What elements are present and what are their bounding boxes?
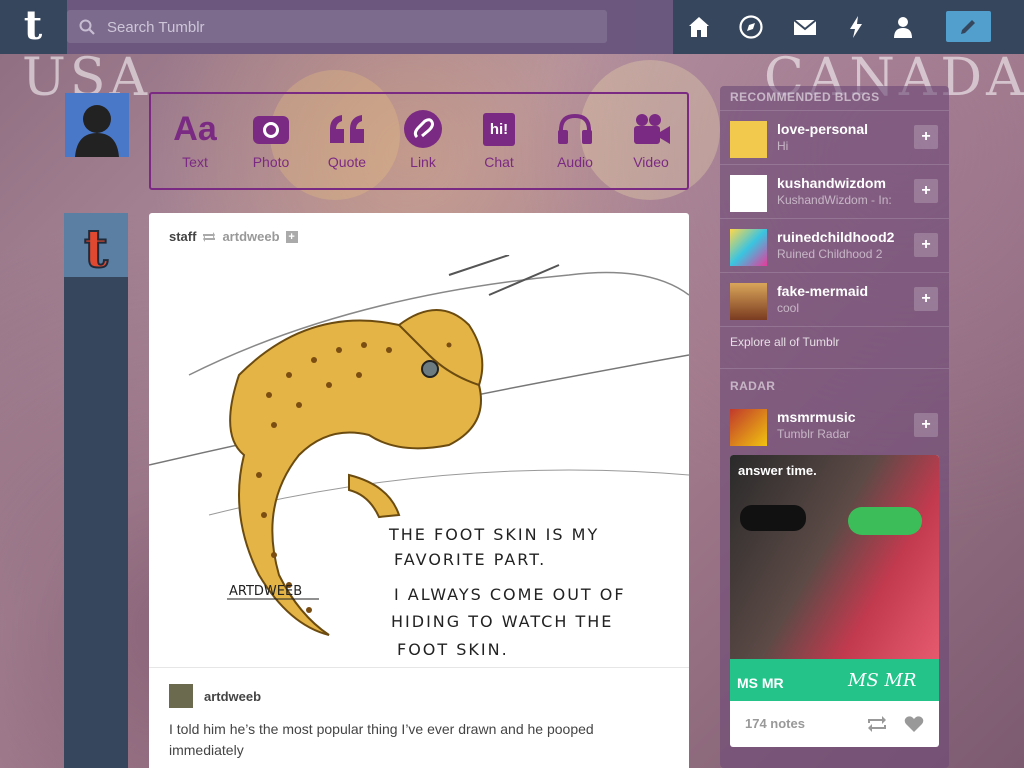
sidebar-divider: [720, 326, 949, 328]
radar-title: RADAR: [730, 379, 776, 393]
like-heart-icon[interactable]: [904, 715, 924, 733]
radar-post-card[interactable]: answer time. MS MR MS MR 174 notes: [730, 455, 939, 747]
reblog-author-avatar[interactable]: [169, 684, 193, 708]
radar-band-right: MS MR: [848, 670, 917, 691]
blog-name[interactable]: msmrmusic: [777, 409, 856, 425]
sunglasses-right: [848, 507, 922, 535]
art-caption-line: FAVORITE PART.: [394, 550, 546, 569]
text-icon: Aa: [173, 109, 217, 148]
sidebar-divider: [720, 368, 949, 370]
search-icon: [79, 19, 95, 35]
reblog-small-icon: [203, 231, 216, 242]
camera-icon: [239, 108, 303, 150]
reblog-author-name[interactable]: artdweeb: [204, 689, 261, 704]
explore-compass-icon[interactable]: [738, 14, 764, 40]
search-bar: [67, 0, 673, 54]
blog-subtitle: KushandWizdom - In:: [777, 193, 892, 207]
post-type-text[interactable]: Aa Text: [163, 108, 227, 171]
blog-avatar: [730, 283, 767, 320]
post-type-audio[interactable]: Audio: [543, 108, 607, 170]
blog-subtitle: cool: [777, 301, 800, 315]
blog-name[interactable]: ruinedchildhood2: [777, 229, 894, 245]
home-icon[interactable]: [686, 14, 712, 40]
post-type-video[interactable]: Video: [619, 108, 683, 170]
post-type-label: Chat: [484, 154, 514, 170]
post-type-label: Text: [182, 154, 208, 170]
quote-icon: [315, 108, 379, 150]
user-avatar[interactable]: [65, 93, 129, 157]
recommended-blog[interactable]: ruinedchildhood2 Ruined Childhood 2 +: [720, 218, 949, 273]
headphones-icon: [543, 108, 607, 150]
blog-avatar: [730, 121, 767, 158]
post-type-photo[interactable]: Photo: [239, 108, 303, 170]
post-type-label: Audio: [557, 154, 593, 170]
blog-avatar: [730, 175, 767, 212]
follow-button[interactable]: +: [914, 287, 938, 311]
radar-band: MS MR MS MR: [730, 659, 939, 701]
post-type-label: Link: [410, 154, 436, 170]
follow-plus-icon[interactable]: +: [285, 230, 298, 243]
blog-name[interactable]: love-personal: [777, 121, 868, 137]
post-author[interactable]: staff: [169, 229, 196, 244]
art-signature: ARTDWEEB: [229, 584, 302, 599]
recommended-blog[interactable]: love-personal Hi +: [720, 110, 949, 165]
post-avatar-column: t: [64, 213, 128, 768]
art-caption-line: FOOT SKIN.: [397, 640, 509, 659]
pencil-icon: [961, 20, 975, 34]
follow-button[interactable]: +: [914, 413, 938, 437]
radar-overlay-text: answer time.: [738, 463, 817, 478]
post-body-text: I told him he’s the most popular thing I…: [169, 721, 594, 758]
follow-button[interactable]: +: [914, 233, 938, 257]
blog-name[interactable]: kushandwizdom: [777, 175, 886, 191]
radar-band-left: MS MR: [737, 675, 784, 691]
recommended-blog[interactable]: fake-mermaid cool +: [720, 272, 949, 327]
right-sidebar: RECOMMENDED BLOGS love-personal Hi + kus…: [720, 86, 949, 768]
notes-count[interactable]: 174 notes: [745, 716, 805, 731]
post-type-label: Photo: [252, 154, 290, 170]
messages-envelope-icon[interactable]: [792, 14, 818, 40]
sunglasses-left: [740, 505, 806, 531]
blog-subtitle: Ruined Childhood 2: [777, 247, 883, 261]
staff-avatar[interactable]: t: [64, 213, 128, 281]
dashboard-post: staff artdweeb + THE FOOT SKIN IS MY FAV…: [149, 213, 689, 768]
blog-avatar: [730, 409, 767, 446]
radar-photo[interactable]: answer time.: [730, 455, 939, 659]
post-type-link[interactable]: Link: [391, 108, 455, 170]
art-caption-line: HIDING TO WATCH THE: [391, 612, 613, 631]
blog-subtitle: Tumblr Radar: [777, 427, 850, 441]
account-person-icon[interactable]: [890, 14, 916, 40]
blog-avatar: [730, 229, 767, 266]
post-type-label: Quote: [327, 154, 367, 170]
post-type-quote[interactable]: Quote: [315, 108, 379, 170]
top-navbar: t: [0, 0, 1024, 54]
post-image[interactable]: THE FOOT SKIN IS MY FAVORITE PART. I ALW…: [149, 254, 689, 667]
post-type-label: Video: [633, 154, 669, 170]
tumblr-logo[interactable]: t: [12, 6, 54, 48]
post-header: staff artdweeb +: [169, 229, 298, 244]
art-caption-line: THE FOOT SKIN IS MY: [388, 525, 599, 544]
svg-text:t: t: [84, 219, 108, 277]
gecko-drawing: THE FOOT SKIN IS MY FAVORITE PART. I ALW…: [149, 254, 689, 659]
post-divider: [149, 667, 689, 668]
compose-button[interactable]: [946, 11, 991, 42]
link-icon: [391, 108, 455, 150]
video-camera-icon: [619, 108, 683, 150]
search-input[interactable]: [105, 10, 599, 45]
reblogged-from[interactable]: artdweeb: [222, 229, 279, 244]
activity-bolt-icon[interactable]: [843, 14, 869, 40]
radar-blog[interactable]: msmrmusic Tumblr Radar +: [720, 399, 949, 453]
reblog-icon[interactable]: [866, 715, 888, 733]
follow-button[interactable]: +: [914, 179, 938, 203]
art-caption-line: I ALWAYS COME OUT OF: [394, 585, 626, 604]
blog-name[interactable]: fake-mermaid: [777, 283, 868, 299]
follow-button[interactable]: +: [914, 125, 938, 149]
blog-subtitle: Hi: [777, 139, 789, 153]
chat-icon: hi!: [467, 108, 531, 150]
explore-link[interactable]: Explore all of Tumblr: [730, 335, 839, 349]
recommended-blogs-title: RECOMMENDED BLOGS: [730, 90, 880, 104]
recommended-blog[interactable]: kushandwizdom KushandWizdom - In: +: [720, 164, 949, 219]
search-box[interactable]: [67, 10, 607, 45]
post-type-selector: Aa Text Photo Quote Link hi! Chat Audio …: [149, 92, 689, 190]
post-type-chat[interactable]: hi! Chat: [467, 108, 531, 170]
